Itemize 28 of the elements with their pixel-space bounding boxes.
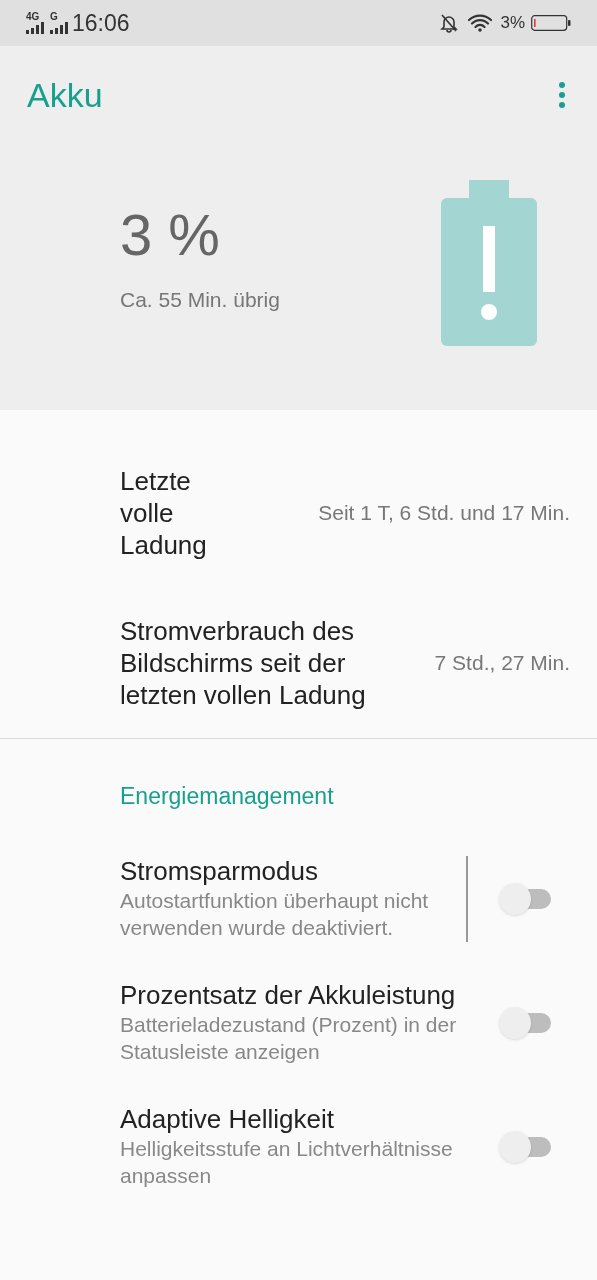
setting-value: Seit 1 T, 6 Std. und 17 Min. <box>317 500 570 527</box>
clock: 16:06 <box>72 8 130 38</box>
network-label: 4G <box>26 12 40 22</box>
battery-percent: 3% <box>500 12 525 35</box>
setting-label: Letzte volle Ladung <box>120 465 208 561</box>
setting-title: Stromsparmodus <box>120 855 319 887</box>
toggle-switch[interactable] <box>499 1130 553 1163</box>
battery-icon <box>531 15 571 31</box>
remaining-time: Ca. 55 Min. übrig <box>120 287 281 313</box>
setting-title: Adaptive Helligkeit <box>120 1103 335 1135</box>
signal-icon <box>26 22 44 34</box>
setting-title: Prozentsatz der Akkuleistung <box>120 979 457 1011</box>
setting-value: 7 Std., 27 Min. <box>433 650 570 677</box>
section-header: Energiemanagement <box>120 783 334 809</box>
more-options-icon[interactable] <box>557 80 567 110</box>
signal-icon <box>50 22 68 34</box>
toggle-switch[interactable] <box>499 882 553 915</box>
setting-description: Autostartfunktion überhaupt nicht verwenden wurde deaktiviert. <box>120 887 430 941</box>
page-title: Akku <box>27 74 104 116</box>
battery-warning-icon <box>441 180 537 346</box>
muted-bell-icon <box>440 13 459 33</box>
setting-description: Batterieladezustand (Prozent) in der Statusleiste anzeigen <box>120 1011 458 1065</box>
toggle-switch[interactable] <box>499 1006 553 1039</box>
network-label: G <box>50 12 58 22</box>
battery-level-text: 3 % <box>120 206 221 264</box>
setting-label: Stromverbrauch des Bildschirms seit der letzten vollen Ladung <box>120 615 367 711</box>
setting-description: Helligkeitsstufe an Lichtverhältnisse anpassen <box>120 1135 454 1189</box>
wifi-icon <box>468 14 493 32</box>
